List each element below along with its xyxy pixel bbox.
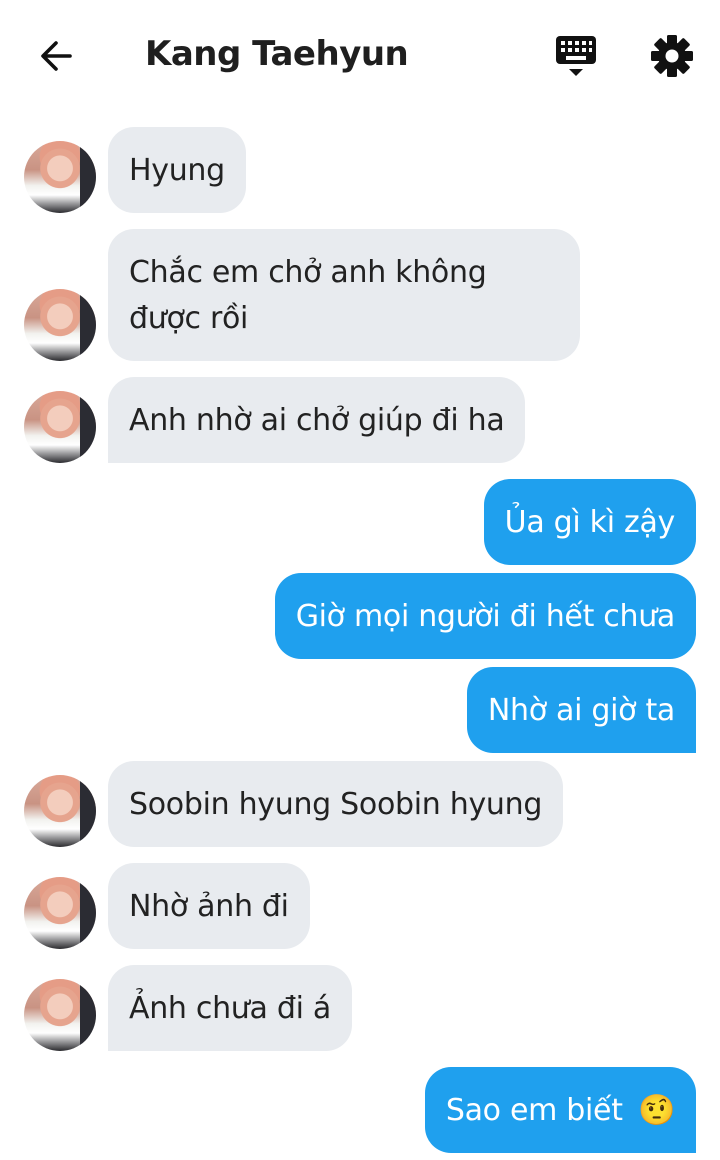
outgoing-message[interactable]: Giờ mọi người đi hết chưa [274, 573, 696, 659]
message-text: Nhờ ai giờ ta [487, 693, 675, 728]
incoming-message[interactable]: Anh nhờ ai chở giúp đi ha [108, 377, 526, 463]
contact-avatar[interactable] [24, 979, 96, 1051]
message-text: Giờ mọi người đi hết chưa [295, 599, 676, 634]
contact-avatar[interactable] [24, 141, 96, 213]
message-text: Nhờ ảnh đi [129, 889, 289, 924]
incoming-message[interactable]: Soobin hyung Soobin hyung [108, 761, 564, 847]
message-text: Ảnh chưa đi á [129, 991, 331, 1026]
incoming-message[interactable]: Chắc em chở anh không được rồi [108, 229, 580, 361]
contact-avatar[interactable] [24, 775, 96, 847]
contact-avatar[interactable] [24, 877, 96, 949]
message-text: Anh nhờ ai chở giúp đi ha [129, 403, 505, 438]
outgoing-message[interactable]: Sao em biết 🤨 [424, 1067, 696, 1153]
outgoing-message[interactable]: Nhờ ai giờ ta [466, 667, 696, 753]
outgoing-message[interactable]: Ủa gì kì zậy [483, 479, 696, 565]
message-text: Hyung [129, 153, 225, 188]
message-text: Sao em biết [445, 1093, 623, 1128]
message-text: Ủa gì kì zậy [504, 505, 676, 540]
message-text-line: được rồi [129, 301, 249, 336]
incoming-message[interactable]: Ảnh chưa đi á [108, 965, 352, 1051]
incoming-message[interactable]: Hyung [108, 127, 246, 213]
message-text: Soobin hyung Soobin hyung [129, 787, 543, 822]
raised-eyebrow-emoji-icon: 🤨 [637, 1093, 675, 1128]
incoming-message[interactable]: Nhờ ảnh đi [108, 863, 310, 949]
contact-avatar[interactable] [24, 289, 96, 361]
message-text-line: Chắc em chở anh không [129, 255, 487, 290]
message-list[interactable]: Hyung Chắc em chở anh không được rồi Anh… [0, 0, 720, 1160]
contact-avatar[interactable] [24, 391, 96, 463]
